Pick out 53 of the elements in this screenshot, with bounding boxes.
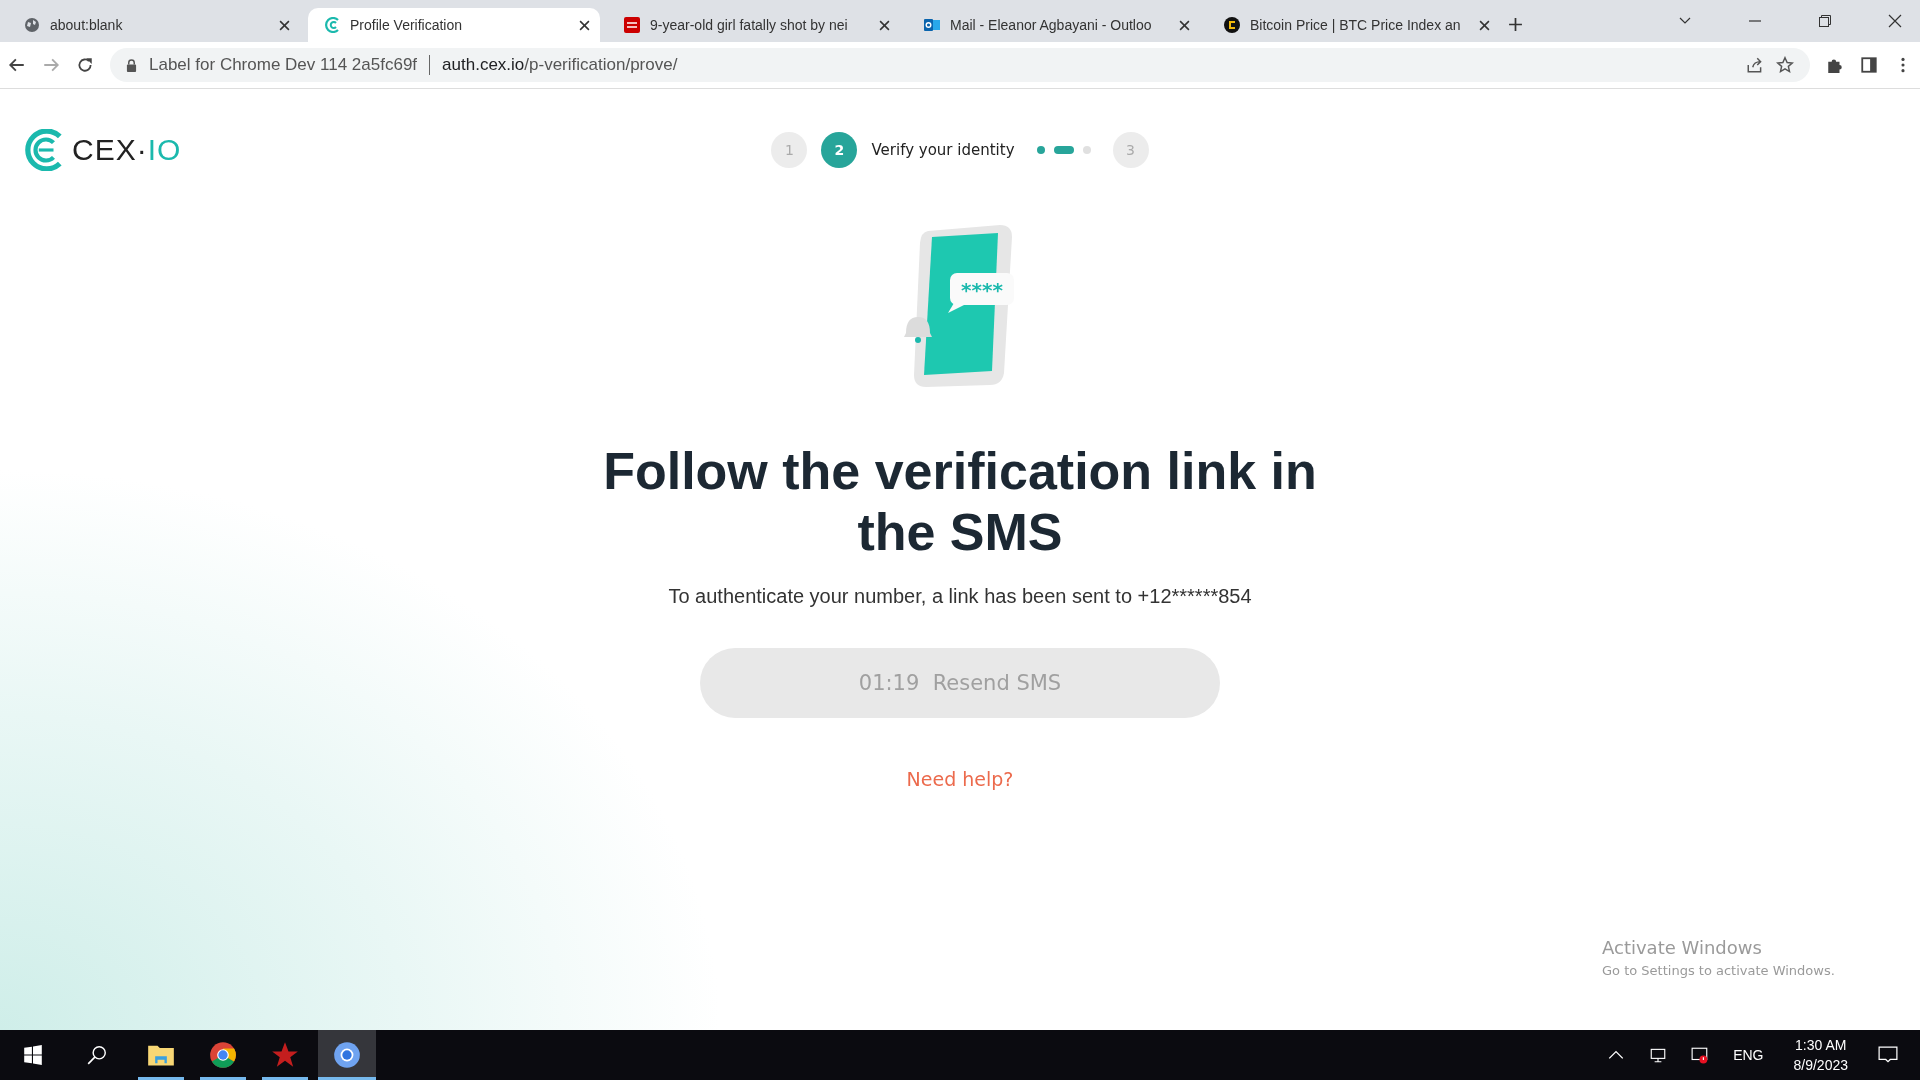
close-icon[interactable] <box>1479 19 1490 31</box>
tab-title: 9-year-old girl fatally shot by nei <box>650 17 849 33</box>
activation-notice-title: Activate Windows <box>1602 937 1763 958</box>
search-icon[interactable] <box>86 1044 108 1066</box>
browser-tab[interactable]: 9-year-old girl fatally shot by nei <box>608 8 900 42</box>
globe-icon <box>24 17 40 33</box>
alert-icon[interactable] <box>1691 1046 1710 1064</box>
clock-date[interactable]: 8/9/2023 <box>1793 1055 1848 1075</box>
star-icon[interactable] <box>1776 56 1794 74</box>
profile-label: Label for Chrome Dev 114 2a5fc69f <box>149 55 418 75</box>
browser-tab[interactable]: Profile Verification <box>308 8 600 42</box>
mail-icon <box>924 17 940 33</box>
url-text: auth.cex.io/p-verification/prove/ <box>442 55 678 75</box>
new-tab-icon[interactable] <box>1508 17 1523 32</box>
page-subtitle: To authenticate your number, a link has been sent to +12******854 <box>668 585 1252 608</box>
browser-tab[interactable]: Mail - Eleanor Agbayani - Outloo <box>908 8 1200 42</box>
tab-title: Mail - Eleanor Agbayani - Outloo <box>950 17 1153 33</box>
browser-tab[interactable]: about:blank <box>8 8 300 42</box>
logo-text: CEX·IO <box>72 133 182 167</box>
taskbar-app[interactable] <box>318 1030 376 1080</box>
coin-icon <box>1224 17 1240 33</box>
browser-icon <box>209 1041 237 1069</box>
close-icon[interactable] <box>1888 14 1902 28</box>
side-panel-icon[interactable] <box>1860 56 1878 74</box>
reload-icon[interactable] <box>76 56 94 74</box>
share-icon[interactable] <box>1746 56 1764 74</box>
network-icon[interactable] <box>1649 1046 1668 1064</box>
restore-icon[interactable] <box>1818 14 1832 28</box>
browser-icon <box>333 1041 361 1069</box>
close-icon[interactable] <box>1179 19 1190 31</box>
address-bar[interactable]: Label for Chrome Dev 114 2a5fc69f auth.cex.io/p-verification/prove/ <box>110 48 1810 82</box>
close-icon[interactable] <box>579 19 590 31</box>
close-icon[interactable] <box>279 19 290 31</box>
close-icon[interactable] <box>879 19 890 31</box>
tab-title: about:blank <box>50 17 124 33</box>
step-number: 1 <box>771 132 808 168</box>
lock-icon <box>126 58 137 72</box>
step-number: 2 <box>821 132 858 168</box>
page-heading: Follow the verification link in the SMS <box>602 441 1318 563</box>
language-indicator[interactable]: ENG <box>1733 1047 1764 1063</box>
news-logo-icon <box>624 17 640 33</box>
activation-notice-text: Go to Settings to activate Windows. <box>1602 963 1835 978</box>
tab-title: Bitcoin Price | BTC Price Index an <box>1250 17 1462 33</box>
star-icon <box>271 1041 299 1069</box>
back-arrow-icon[interactable] <box>8 56 26 74</box>
tab-title: Profile Verification <box>350 17 464 33</box>
notification-icon[interactable] <box>1878 1045 1898 1065</box>
clock-time[interactable]: 1:30 AM <box>1795 1035 1847 1055</box>
step-number: 3 <box>1112 132 1149 168</box>
step-label: Verify your identity <box>871 141 1015 159</box>
site-logo-icon <box>324 17 340 33</box>
windows-start-icon[interactable] <box>22 1044 44 1066</box>
browser-tab[interactable]: Bitcoin Price | BTC Price Index an <box>1208 8 1500 42</box>
